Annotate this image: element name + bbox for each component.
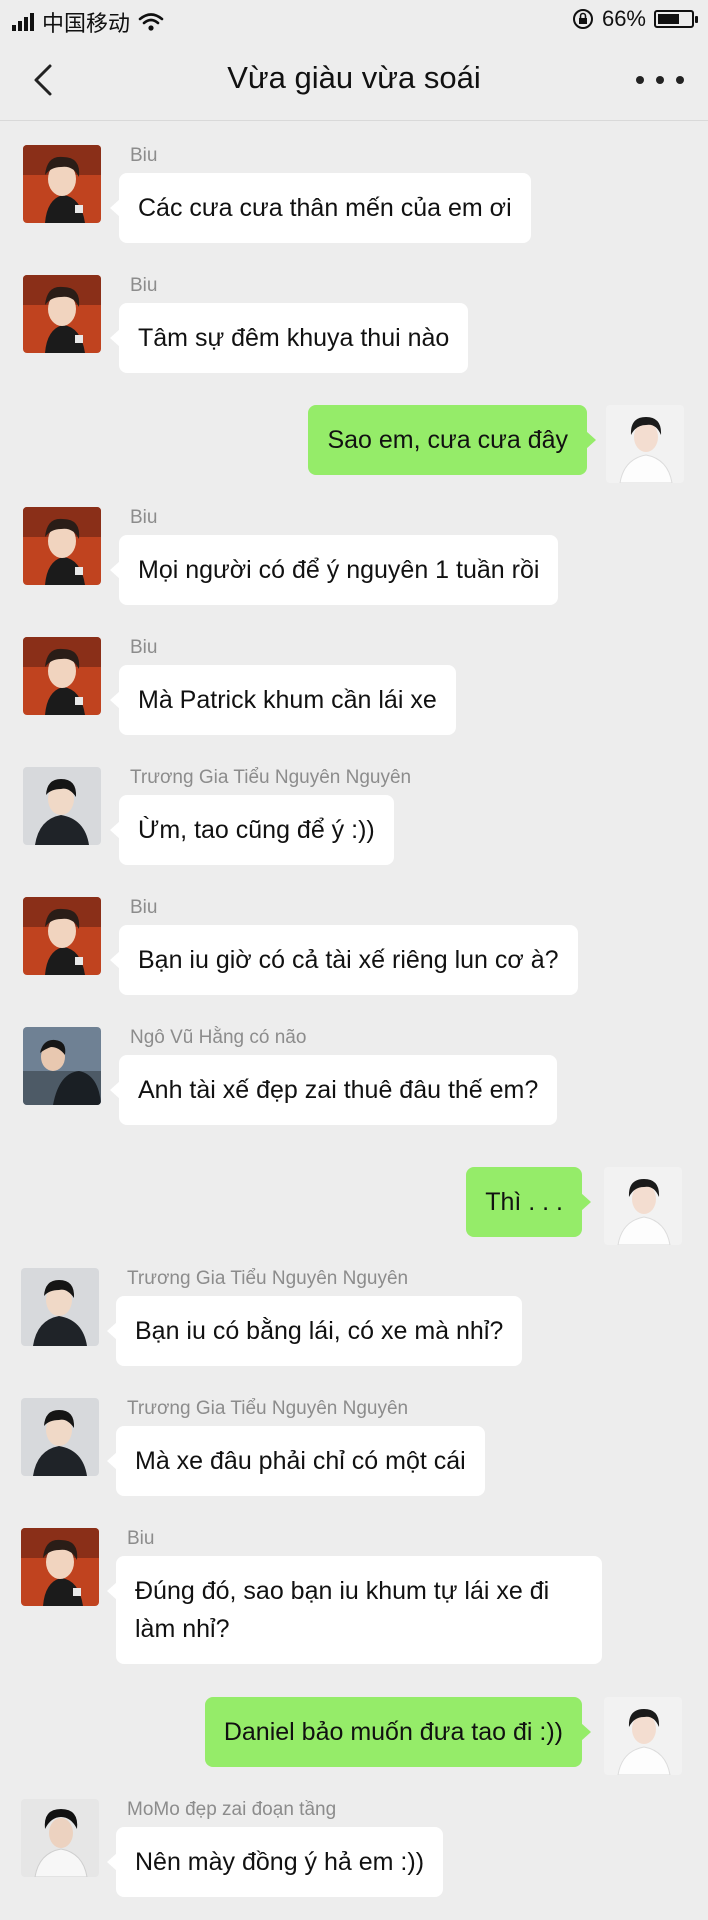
avatar[interactable] [23,637,101,715]
message-bubble[interactable]: Đúng đó, sao bạn iu khum tự lái xe đi là… [107,1556,602,1664]
battery-percent: 66% [601,6,646,31]
avatar[interactable] [23,507,101,585]
sender-name: Biu [130,897,158,918]
avatar[interactable] [606,405,684,483]
message-bubble[interactable]: Ừm, tao cũng để ý :)) [110,795,394,865]
message-bubble[interactable]: Mọi người có để ý nguyên 1 tuần rồi [109,535,559,605]
message-bubble[interactable]: Anh tài xế đẹp zai thuê đâu thế em? [109,1055,558,1125]
avatar[interactable] [21,1799,99,1877]
avatar[interactable] [604,1697,682,1775]
message-bubble[interactable]: Các cưa cưa thân mến của em ơi [110,173,531,243]
sender-name: Trương Gia Tiểu Nguyên Nguyên [130,767,412,788]
avatar[interactable] [21,1268,99,1346]
sender-name: Biu [130,507,158,528]
wifi-icon [138,13,164,31]
avatar[interactable] [23,1027,101,1105]
avatar[interactable] [21,1528,99,1606]
status-bar: 中国移动 66% [0,0,708,40]
message-bubble[interactable]: Bạn iu giờ có cả tài xế riêng lun cơ à? [110,925,578,995]
sender-name: Biu [127,1528,155,1549]
sender-name: Trương Gia Tiểu Nguyên Nguyên [127,1398,409,1419]
carrier-label: 中国移动 [42,11,131,36]
avatar[interactable] [23,897,101,975]
message-bubble[interactable]: Sao em, cưa cưa đây [308,405,596,475]
sender-name: Ngô Vũ Hằng có não [130,1027,307,1048]
battery-icon [654,10,698,28]
message-bubble[interactable]: Thì . . . [466,1167,591,1237]
avatar[interactable] [23,275,101,353]
avatar[interactable] [604,1167,682,1245]
sender-name: Biu [130,637,158,658]
message-bubble[interactable]: Mà xe đâu phải chỉ có một cái [107,1426,485,1496]
message-bubble[interactable]: Tâm sự đêm khuya thui nào [109,303,469,373]
message-bubble[interactable]: Mà Patrick khum cần lái xe [110,665,456,735]
sender-name: Trương Gia Tiểu Nguyên Nguyên [127,1268,409,1289]
signal-icon [12,13,34,31]
message-bubble[interactable]: Daniel bảo muốn đưa tao đi :)) [204,1697,592,1767]
orientation-lock-icon [572,9,593,29]
message-bubble[interactable]: Bạn iu có bằng lái, có xe mà nhỉ? [106,1296,523,1366]
sender-name: MoMo đẹp zai đoạn tầng [127,1799,337,1820]
avatar[interactable] [23,145,101,223]
message-bubble[interactable]: Nên mày đồng ý hả em :)) [106,1827,444,1897]
more-options-icon[interactable] [636,62,684,98]
avatar[interactable] [23,767,101,845]
sender-name: Biu [130,145,158,166]
page-title: Vừa giàu vừa soái [227,60,481,95]
avatar[interactable] [21,1398,99,1476]
chat-header: Vừa giàu vừa soái [0,40,708,121]
sender-name: Biu [130,275,158,296]
